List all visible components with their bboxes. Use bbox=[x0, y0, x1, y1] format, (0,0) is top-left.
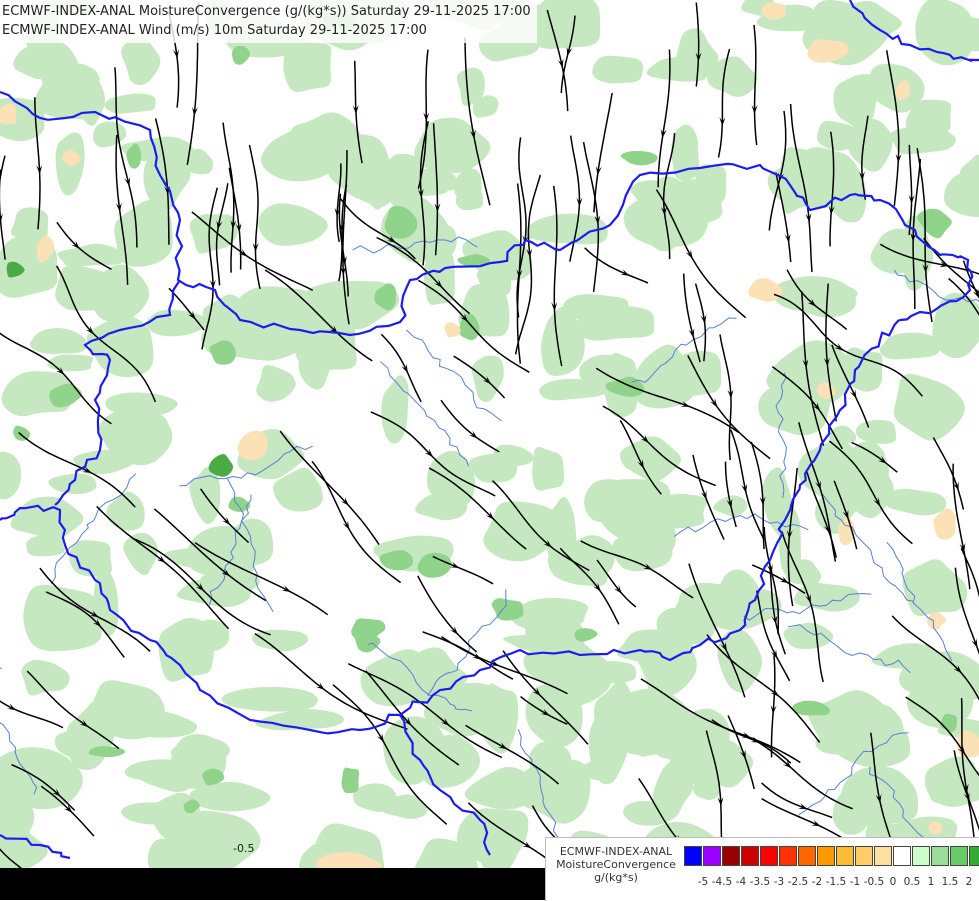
divergence-patch bbox=[957, 731, 979, 758]
legend-tick-label: 1 bbox=[928, 876, 935, 888]
color-legend: ECMWF-INDEX-ANAL MoistureConvergence g/(… bbox=[545, 837, 979, 901]
legend-swatch bbox=[684, 846, 702, 866]
title-moisture-convergence: ECMWF-INDEX-ANAL MoistureConvergence (g/… bbox=[2, 2, 531, 21]
legend-ticks: -5 -4.5-4 -3.5-3 -2.5-2 -1.5-1 -0.5 0 0.5 1 1.5 2 bbox=[684, 876, 979, 890]
legend-swatch bbox=[760, 846, 778, 866]
legend-title: ECMWF-INDEX-ANAL MoistureConvergence g/(… bbox=[550, 845, 682, 884]
convergence-patch-strong bbox=[342, 767, 360, 793]
convergence-patch bbox=[928, 769, 979, 805]
legend-tick-label: -4.5 bbox=[712, 876, 733, 888]
legend-swatch bbox=[779, 846, 797, 866]
legend-tick-label: 0 bbox=[890, 876, 897, 888]
legend-swatch bbox=[817, 846, 835, 866]
convergence-patch bbox=[696, 164, 727, 206]
legend-tick-label: -3 bbox=[774, 876, 784, 888]
legend-tick-label: -2.5 bbox=[788, 876, 809, 888]
legend-tick-label: -3.5 bbox=[750, 876, 771, 888]
legend-tick-label: -5 bbox=[698, 876, 708, 888]
legend-tick-label: -0.5 bbox=[864, 876, 885, 888]
legend-swatch bbox=[969, 846, 979, 866]
convergence-patch bbox=[283, 39, 331, 92]
legend-swatch bbox=[874, 846, 892, 866]
legend-tick-label: -1.5 bbox=[826, 876, 847, 888]
legend-model: ECMWF-INDEX-ANAL bbox=[550, 845, 682, 858]
legend-tick-label: -4 bbox=[736, 876, 746, 888]
legend-unit: g/(kg*s) bbox=[550, 871, 682, 884]
legend-tick-label: 1.5 bbox=[942, 876, 959, 888]
legend-tick-label: 2 bbox=[966, 876, 973, 888]
map-canvas: -0.5 bbox=[0, 0, 979, 900]
bottom-black-strip bbox=[0, 868, 545, 900]
legend-swatch bbox=[893, 846, 911, 866]
legend-swatches bbox=[684, 846, 979, 866]
legend-swatch bbox=[912, 846, 930, 866]
legend-tick-label: 0.5 bbox=[904, 876, 921, 888]
map-title-box: ECMWF-INDEX-ANAL MoistureConvergence (g/… bbox=[0, 0, 537, 43]
legend-swatch bbox=[931, 846, 949, 866]
legend-tick-label: -1 bbox=[850, 876, 860, 888]
legend-swatch bbox=[722, 846, 740, 866]
legend-swatch bbox=[703, 846, 721, 866]
legend-swatch bbox=[950, 846, 968, 866]
convergence-patch bbox=[23, 585, 101, 651]
legend-swatch bbox=[855, 846, 873, 866]
convergence-patch bbox=[592, 56, 643, 84]
legend-parameter: MoistureConvergence bbox=[550, 858, 682, 871]
legend-swatch bbox=[798, 846, 816, 866]
legend-tick-label: -2 bbox=[812, 876, 822, 888]
legend-swatch bbox=[741, 846, 759, 866]
legend-swatch bbox=[836, 846, 854, 866]
title-wind: ECMWF-INDEX-ANAL Wind (m/s) 10m Saturday… bbox=[2, 21, 531, 40]
contour-label: -0.5 bbox=[233, 842, 254, 855]
